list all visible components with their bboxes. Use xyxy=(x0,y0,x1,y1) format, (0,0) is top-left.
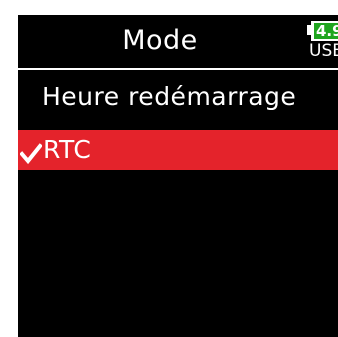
header-divider xyxy=(18,68,338,70)
device-screen: Mode 4.9 USB Heure redémarrage RTC xyxy=(18,15,338,337)
battery-level: 4.9 xyxy=(314,23,338,39)
page-title: Mode xyxy=(122,25,198,56)
checkmark-icon xyxy=(19,138,43,165)
menu-item-heure-redemarrage[interactable]: Heure redémarrage xyxy=(18,76,338,118)
menu-item-rtc-selected[interactable]: RTC xyxy=(18,130,338,170)
battery-indicator: 4.9 USB xyxy=(307,21,338,65)
header: Mode 4.9 USB xyxy=(18,15,338,67)
menu-item-label: Heure redémarrage xyxy=(42,82,297,111)
power-source-label: USB xyxy=(309,41,338,61)
menu-item-label: RTC xyxy=(43,135,92,164)
